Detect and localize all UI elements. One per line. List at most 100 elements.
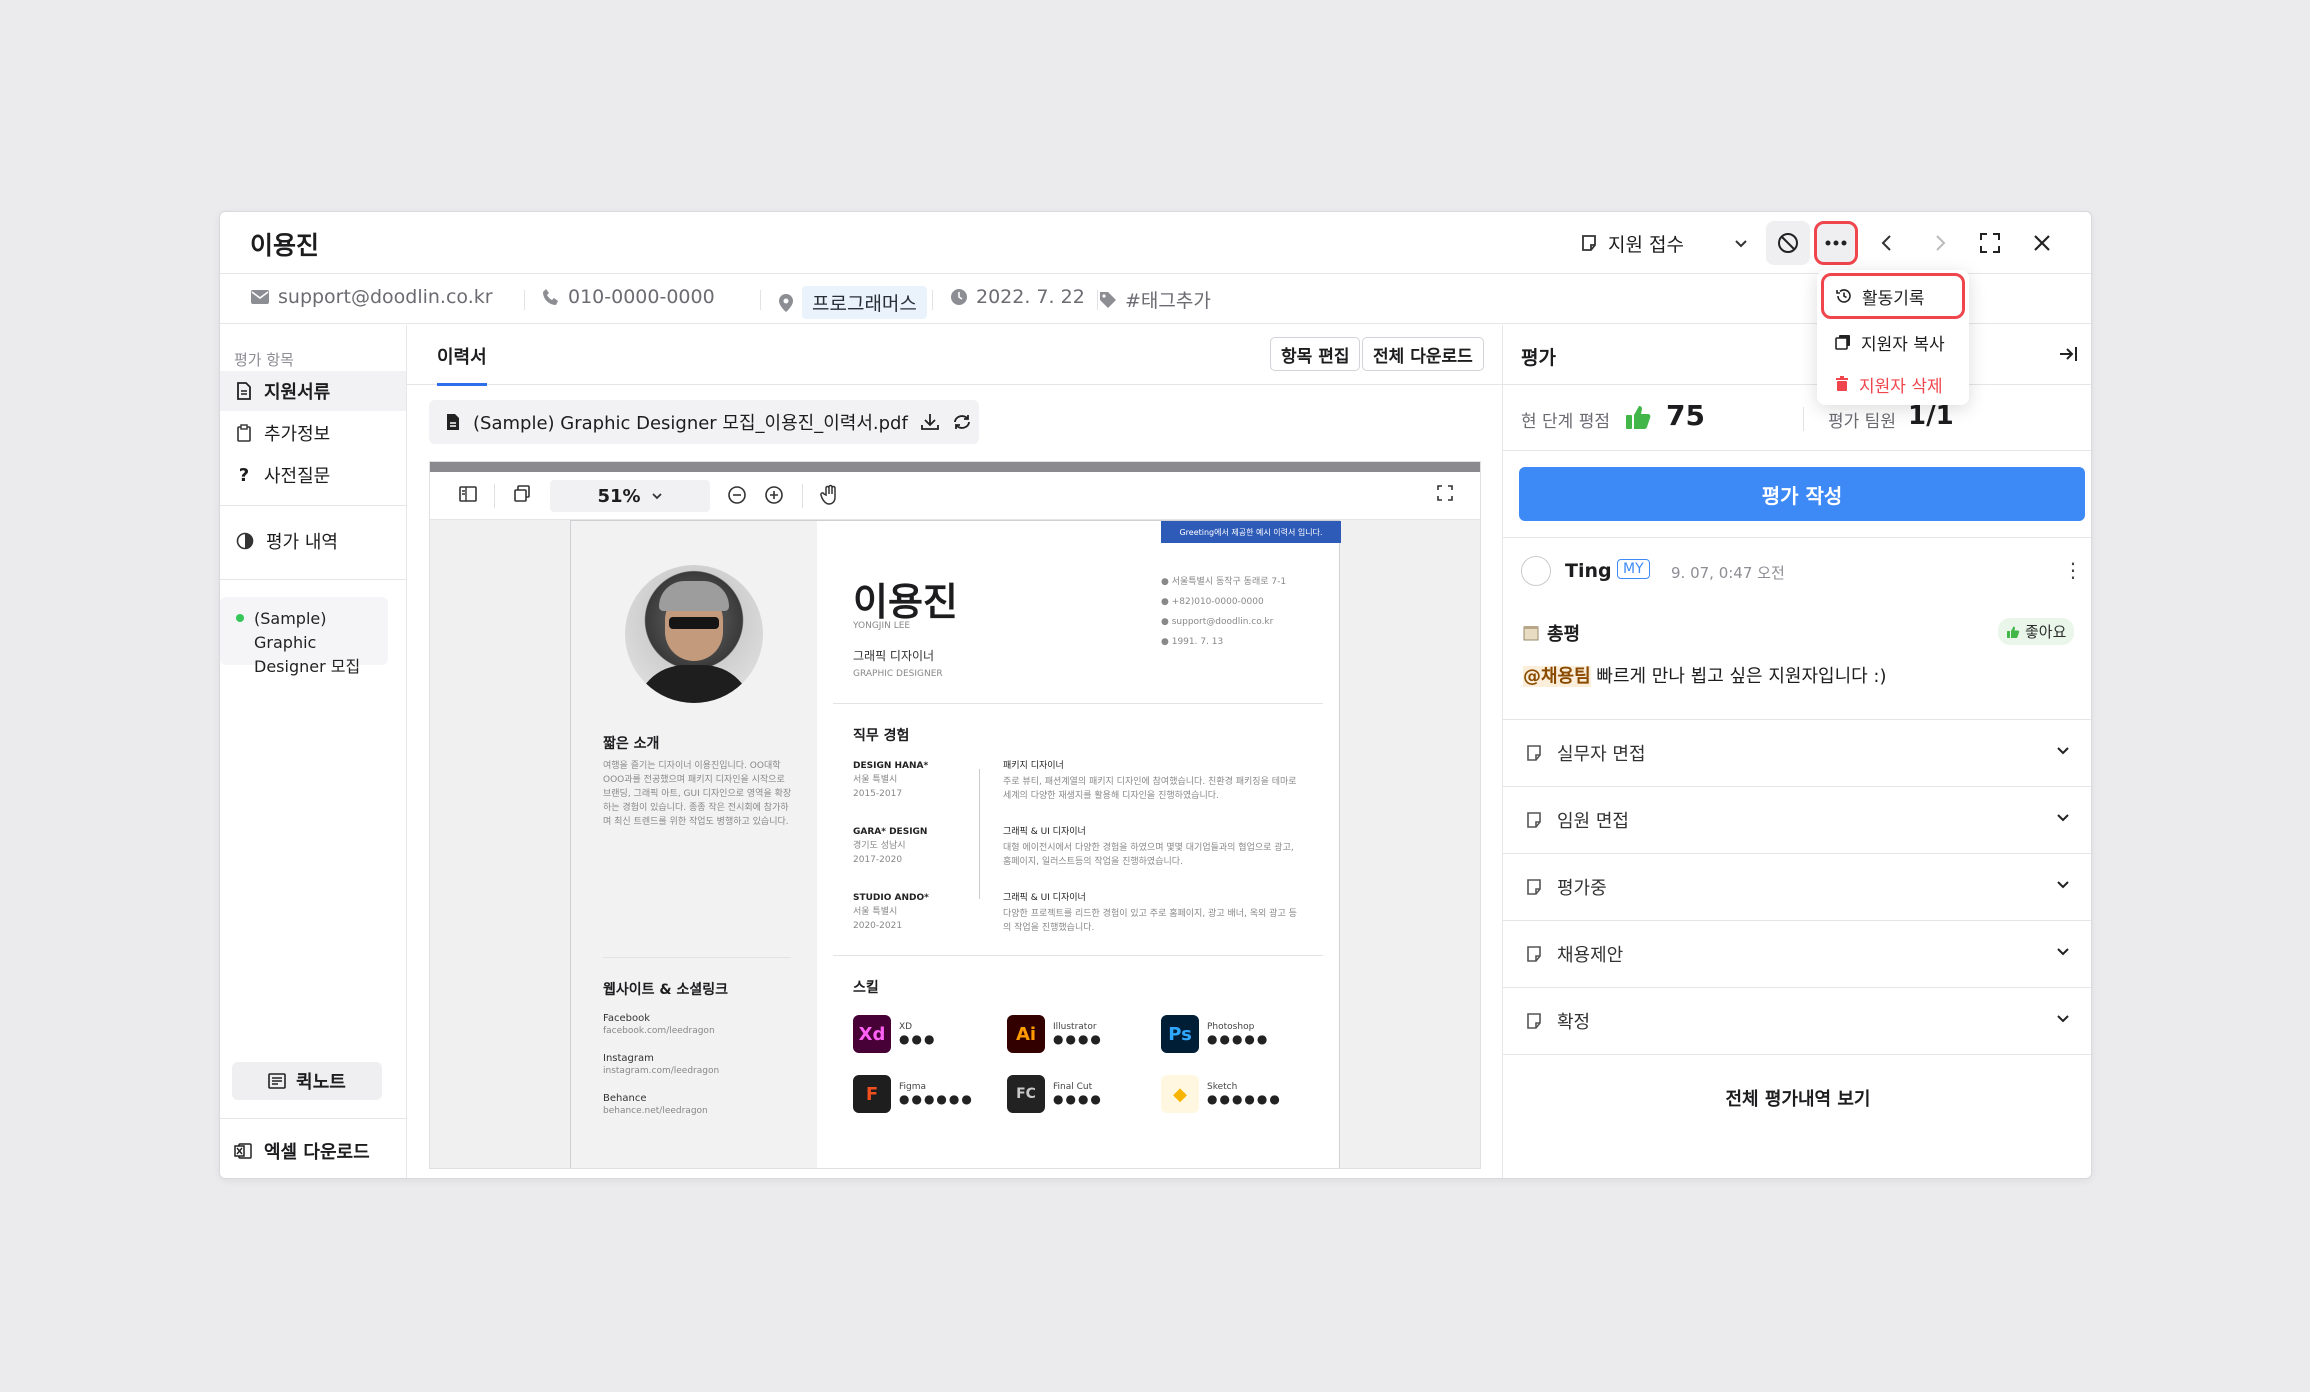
status-dropdown[interactable]: 지원 접수 — [1580, 227, 1748, 259]
kebab-menu-icon[interactable]: ⋮ — [2063, 558, 2083, 582]
expand-icon[interactable] — [1436, 484, 1454, 502]
evaluation-panel: 평가 현 단계 평점 75 평가 팀원 1/1 평가 작성 Ting MY 9.… — [1503, 325, 2091, 1178]
my-badge: MY — [1617, 559, 1650, 579]
clipboard-icon — [237, 424, 251, 442]
resume-page: 짧은 소개 여행을 즐기는 디자이너 이용진입니다. OO대학 OOO과를 전공… — [570, 520, 1341, 1168]
skill-name: Final Cut — [1053, 1082, 1093, 1092]
resume-name: 이용진 — [853, 580, 958, 624]
viewer-toolbar: 51% — [430, 472, 1480, 520]
links-title: 웹사이트 & 소셜링크 — [603, 982, 728, 998]
quicknote-button[interactable]: 퀵노트 — [232, 1062, 382, 1100]
tab-resume[interactable]: 이력서 — [437, 343, 487, 386]
exp-desc: 다양한 프로젝트를 리드한 경험이 있고 주로 홈페이지, 광고 배너, 옥외 … — [1003, 909, 1297, 933]
stage-item[interactable]: 확정 — [1503, 988, 2091, 1055]
page-copy-icon[interactable] — [512, 484, 532, 504]
mention-tag[interactable]: @채용팀 — [1523, 666, 1591, 687]
skill-name: XD — [899, 1022, 913, 1032]
photoshop-icon: Ps — [1161, 1015, 1199, 1053]
applicant-name: 이용진 — [250, 231, 320, 260]
tag-item[interactable]: #태그추가 — [1099, 286, 1211, 313]
email-item[interactable]: support@doodlin.co.kr — [250, 286, 493, 308]
skill-item: Xd XD ●●● — [853, 1015, 936, 1053]
thumbs-up-icon — [1626, 406, 1651, 429]
divider — [802, 484, 803, 508]
exp-period: 2020-2021 — [853, 921, 903, 931]
menu-item-label: 지원자 복사 — [1861, 334, 1945, 355]
notepad-icon — [1523, 626, 1539, 641]
note-icon — [268, 1073, 286, 1089]
evaluation-title: 평가 — [1521, 347, 1556, 369]
stage-item[interactable]: 실무자 면접 — [1503, 720, 2091, 787]
skill-level: ●●●● — [1053, 1092, 1103, 1106]
stage-item[interactable]: 임원 면접 — [1503, 787, 2091, 854]
write-evaluation-button[interactable]: 평가 작성 — [1519, 467, 2085, 521]
phone-text: 010-0000-0000 — [568, 286, 715, 308]
trash-icon — [1836, 376, 1848, 391]
zoom-select[interactable]: 51% — [550, 480, 710, 512]
exp-location: 서울 특별시 — [853, 907, 898, 917]
prev-button[interactable] — [1865, 221, 1909, 265]
pdf-viewer[interactable]: 51% 짧은 소개 여행을 즐기는 디자이너 이용진입니다. OO대학 OOO과… — [429, 461, 1481, 1169]
exp-role: 그래픽 & UI 디자이너 — [1003, 827, 1086, 837]
expand-icon — [1980, 233, 2000, 253]
memo-icon — [1527, 946, 1541, 962]
collapse-panel-icon[interactable] — [2058, 345, 2078, 363]
status-label: 지원 접수 — [1608, 233, 1684, 256]
file-chip[interactable]: (Sample) Graphic Designer 모집_이용진_이력서.pdf — [429, 400, 979, 444]
more-button[interactable] — [1814, 221, 1858, 265]
refresh-icon[interactable] — [952, 413, 972, 431]
menu-item-copy-applicant[interactable]: 지원자 복사 — [1817, 324, 1969, 360]
zoom-out-icon[interactable] — [726, 484, 748, 506]
phone-item[interactable]: 010-0000-0000 — [542, 286, 715, 308]
download-all-button[interactable]: 전체 다운로드 — [1362, 337, 1484, 371]
job-posting-item[interactable]: (Sample) Graphic Designer 모집 — [220, 597, 388, 676]
reaction-badge: 좋아요 — [1998, 618, 2075, 645]
sidebar-item-history[interactable]: 평가 내역 — [220, 521, 406, 561]
link-url: facebook.com/leedragon — [603, 1026, 715, 1036]
next-button[interactable] — [1918, 221, 1962, 265]
skill-item: Ai Illustrator ●●●● — [1007, 1015, 1103, 1053]
history-icon — [1836, 289, 1851, 303]
mail-icon: ● — [1161, 617, 1172, 627]
sidebar-item-documents[interactable]: 지원서류 — [220, 371, 406, 411]
sidebar-item-label: 추가정보 — [264, 424, 331, 445]
menu-item-delete-applicant[interactable]: 지원자 삭제 — [1817, 366, 1969, 402]
evaluation-comment: Ting MY 9. 07, 0:47 오전 ⋮ 총평 좋아요 @채용팀 빠르게… — [1503, 537, 2091, 720]
excel-download-button[interactable]: 엑셀 다운로드 — [234, 1138, 370, 1164]
skill-item: ◆ Sketch ●●●●●● — [1161, 1075, 1282, 1113]
stage-item[interactable]: 평가중 — [1503, 854, 2091, 921]
document-icon — [237, 382, 251, 400]
sidebar-item-questions[interactable]: ? 사전질문 — [220, 455, 406, 495]
sidebar-item-label: 지원서류 — [264, 382, 331, 403]
memo-icon — [1527, 745, 1541, 761]
more-menu: 활동기록 지원자 복사 지원자 삭제 — [1817, 270, 1969, 405]
chevron-down-icon — [1735, 240, 1747, 248]
edit-fields-button[interactable]: 항목 편집 — [1270, 337, 1361, 371]
comment-author: Ting — [1565, 560, 1612, 582]
sidebar-toggle-icon[interactable] — [458, 484, 478, 504]
close-button[interactable] — [2020, 221, 2064, 265]
hand-icon[interactable] — [820, 484, 840, 506]
resume-name-en: YONGJIN LEE — [853, 621, 911, 631]
sidebar: 평가 항목 지원서류 추가정보 ? 사전질문 평가 내역 (Sample) Gr… — [220, 325, 407, 1178]
link-url: behance.net/leedragon — [603, 1106, 708, 1116]
download-icon[interactable] — [920, 413, 940, 431]
skill-item: FC Final Cut ●●●● — [1007, 1075, 1103, 1113]
block-button[interactable] — [1766, 221, 1810, 265]
menu-item-activity-log[interactable]: 활동기록 — [1821, 273, 1965, 319]
location-item[interactable]: 프로그래머스 — [778, 286, 927, 319]
sidebar-item-extra-info[interactable]: 추가정보 — [220, 413, 406, 453]
stage-item[interactable]: 채용제안 — [1503, 921, 2091, 988]
avatar — [1521, 556, 1551, 586]
view-all-history-link[interactable]: 전체 평가내역 보기 — [1503, 1085, 2091, 1111]
divider — [220, 1118, 406, 1119]
exp-location: 서울 특별시 — [853, 775, 898, 785]
exp-company: STUDIO ANDO* — [853, 893, 929, 903]
location-pin-icon — [779, 293, 793, 312]
fullscreen-button[interactable] — [1968, 221, 2012, 265]
location-pin-icon: ● — [1161, 577, 1172, 587]
zoom-in-icon[interactable] — [763, 484, 785, 506]
chevron-down-icon — [2057, 948, 2069, 956]
final-cut-icon: FC — [1007, 1075, 1045, 1113]
skill-name: Photoshop — [1207, 1022, 1255, 1032]
